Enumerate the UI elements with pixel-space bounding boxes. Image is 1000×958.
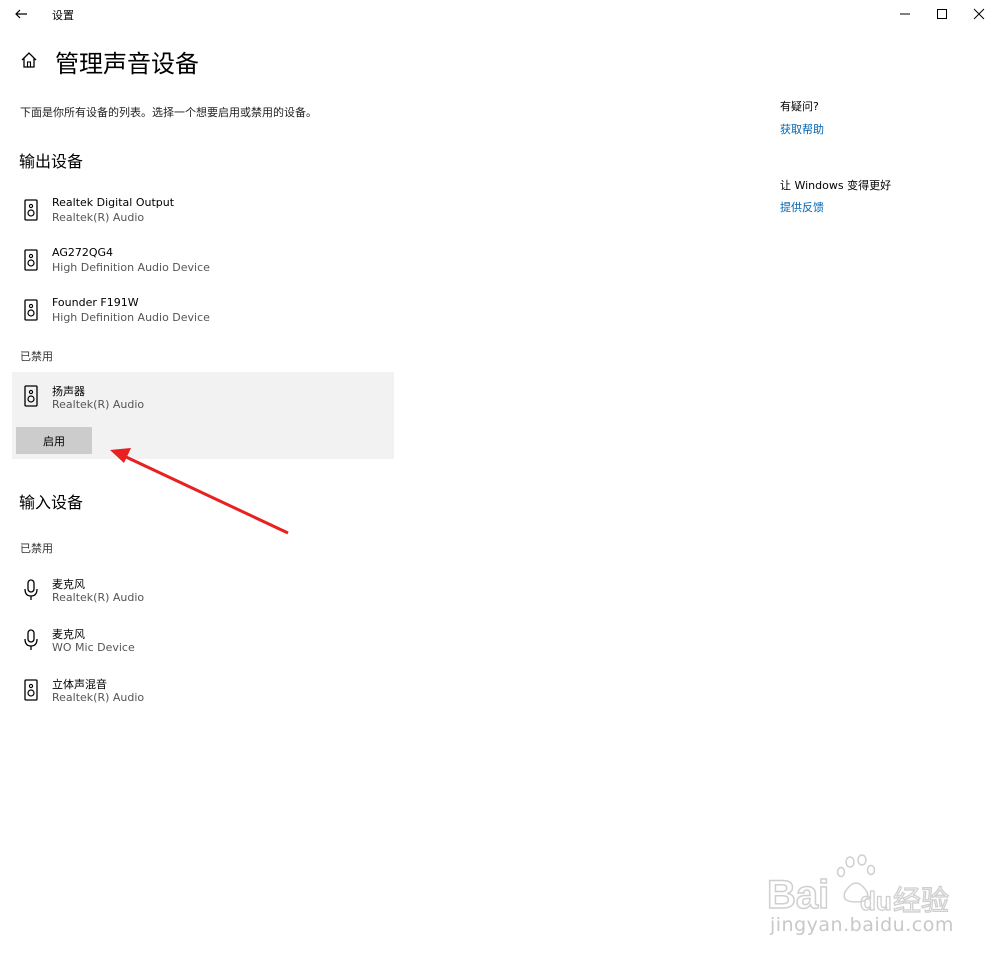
- page-description: 下面是你所有设备的列表。选择一个想要启用或禁用的设备。: [20, 106, 317, 119]
- page-title: 管理声音设备: [55, 50, 199, 78]
- watermark-url: jingyan.baidu.com: [770, 914, 954, 936]
- close-icon: [973, 8, 985, 20]
- speaker-icon: [24, 385, 38, 407]
- home-button[interactable]: [19, 50, 39, 70]
- device-driver: Realtek(R) Audio: [52, 211, 145, 224]
- svg-text:du: du: [860, 886, 892, 916]
- close-button[interactable]: [962, 2, 996, 26]
- help-question: 有疑问?: [780, 100, 819, 113]
- speaker-icon: [24, 199, 38, 221]
- minimize-icon: [900, 13, 910, 15]
- maximize-icon: [937, 9, 947, 19]
- speaker-icon: [24, 299, 38, 321]
- svg-text:Bai: Bai: [767, 873, 829, 917]
- input-device-item[interactable]: 麦克风 Realtek(R) Audio: [12, 570, 394, 616]
- disabled-label: 已禁用: [20, 350, 53, 363]
- maximize-button[interactable]: [925, 2, 959, 26]
- speaker-icon: [24, 679, 38, 701]
- home-icon: [21, 52, 37, 68]
- speaker-icon: [24, 249, 38, 271]
- output-devices-heading: 输出设备: [19, 152, 84, 171]
- minimize-button[interactable]: [888, 2, 922, 26]
- device-name: AG272QG4: [52, 246, 114, 259]
- device-name: Realtek Digital Output: [52, 196, 175, 209]
- microphone-icon: [24, 579, 38, 600]
- give-feedback-link[interactable]: 提供反馈: [780, 199, 824, 215]
- back-button[interactable]: [12, 4, 32, 24]
- disabled-label: 已禁用: [20, 542, 53, 555]
- annotation-arrow: [110, 448, 289, 535]
- input-device-item[interactable]: 立体声混音 Realtek(R) Audio: [12, 670, 394, 716]
- selected-device-panel[interactable]: 扬声器 Realtek(R) Audio 启用: [12, 372, 394, 459]
- enable-button[interactable]: 启用: [16, 427, 92, 454]
- title-bar: 设置: [0, 0, 1000, 28]
- device-name: Founder F191W: [52, 296, 139, 309]
- svg-text:经验: 经验: [893, 884, 949, 917]
- device-driver: Realtek(R) Audio: [52, 398, 145, 411]
- input-devices-heading: 输入设备: [19, 493, 84, 512]
- improve-windows-label: 让 Windows 变得更好: [780, 179, 892, 192]
- device-name: 麦克风: [52, 628, 85, 641]
- device-name: 扬声器: [52, 385, 85, 398]
- input-device-item[interactable]: 麦克风 WO Mic Device: [12, 620, 394, 666]
- device-name: 麦克风: [52, 578, 85, 591]
- device-driver: Realtek(R) Audio: [52, 591, 145, 604]
- output-device-item[interactable]: AG272QG4 High Definition Audio Device: [12, 240, 394, 286]
- device-driver: WO Mic Device: [52, 641, 135, 654]
- device-driver: High Definition Audio Device: [52, 261, 210, 274]
- arrow-left-icon: [15, 9, 27, 19]
- microphone-icon: [24, 629, 38, 650]
- window-title: 设置: [52, 9, 74, 22]
- output-device-item[interactable]: Founder F191W High Definition Audio Devi…: [12, 290, 394, 336]
- device-name: 立体声混音: [52, 678, 107, 691]
- get-help-link[interactable]: 获取帮助: [780, 121, 824, 137]
- output-device-item[interactable]: Realtek Digital Output Realtek(R) Audio: [12, 190, 394, 236]
- device-driver: Realtek(R) Audio: [52, 691, 145, 704]
- device-driver: High Definition Audio Device: [52, 311, 210, 324]
